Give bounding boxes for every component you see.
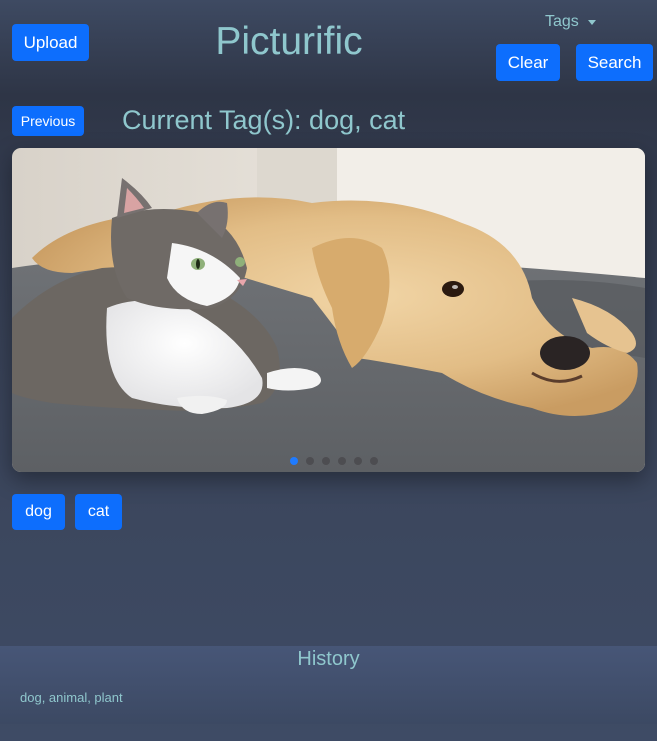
carousel-indicator-6[interactable] [369,457,378,465]
carousel-indicator-3[interactable] [321,457,330,465]
app-title: Picturific [215,20,363,63]
carousel-indicator-5[interactable] [353,457,362,465]
tag-button-dog[interactable]: dog [12,494,65,530]
history-entry[interactable]: dog, animal, plant [20,690,123,705]
carousel-indicators [12,457,645,465]
tags-dropdown-label: Tags [545,13,579,30]
history-panel: History dog, animal, plant [0,646,657,724]
tags-dropdown[interactable]: Tags [545,12,596,32]
clear-button[interactable]: Clear [496,44,560,81]
current-tags-heading: Current Tag(s): dog, cat [122,105,406,135]
carousel-indicator-1[interactable] [289,457,298,465]
carousel-indicator-2[interactable] [305,457,314,465]
upload-button[interactable]: Upload [12,24,89,61]
caret-down-icon [587,19,596,25]
history-title: History [297,648,360,670]
carousel-image [12,148,645,472]
carousel-indicator-4[interactable] [337,457,346,465]
search-button[interactable]: Search [576,44,653,81]
image-carousel[interactable] [12,148,645,472]
tag-button-cat[interactable]: cat [75,494,122,530]
previous-button[interactable]: Previous [12,106,84,136]
